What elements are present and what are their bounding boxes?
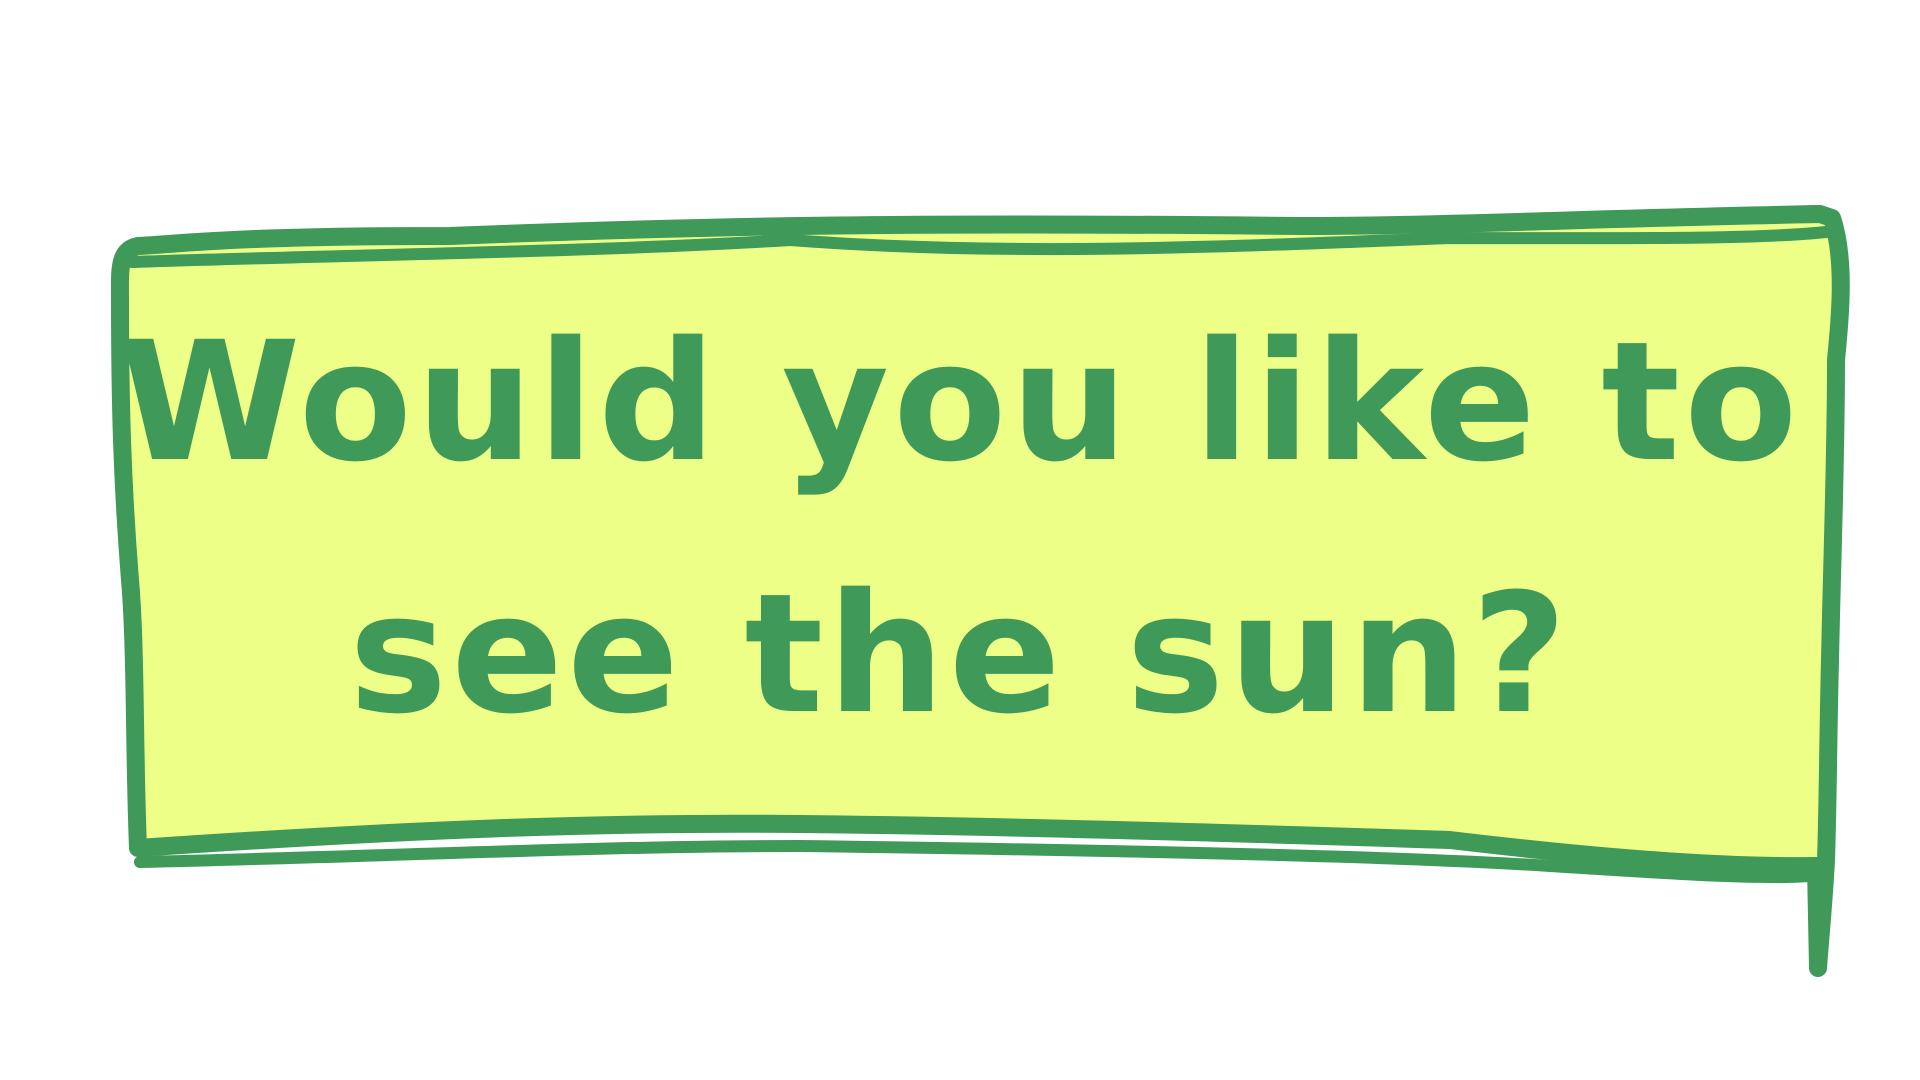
message-line-1: Would you like to xyxy=(118,306,1802,498)
sign-panel xyxy=(110,205,1850,977)
message-line-2: see the sun? xyxy=(348,558,1571,750)
